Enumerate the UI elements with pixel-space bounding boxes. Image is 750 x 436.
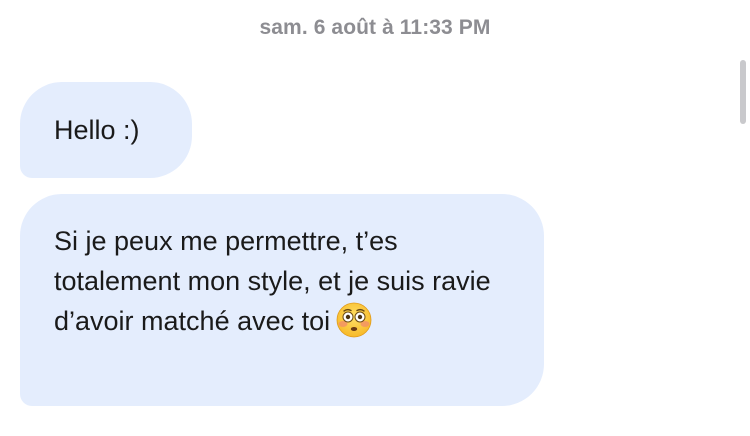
flushed-face-emoji-icon: [336, 302, 372, 338]
message-bubble[interactable]: Si je peux me permettre, t’es totalement…: [20, 194, 544, 406]
message-text: Si je peux me permettre, t’es totalement…: [54, 226, 491, 336]
message-timestamp: sam. 6 août à 11:33 PM: [259, 16, 491, 39]
message-text: Hello :): [54, 115, 140, 145]
chat-conversation: sam. 6 août à 11:33 PM Hello :) Si je pe…: [0, 0, 750, 436]
message-bubble[interactable]: Hello :): [20, 82, 192, 178]
scrollbar[interactable]: [740, 60, 746, 124]
